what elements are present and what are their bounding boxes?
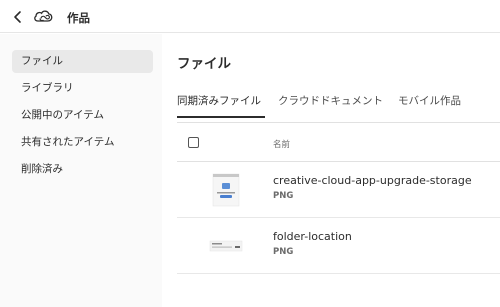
file-name[interactable]: creative-cloud-app-upgrade-storage [273, 174, 472, 187]
sidebar: ファイル ライブラリ 公開中のアイテム 共有されたアイテム 削除済み [0, 34, 162, 307]
file-name[interactable]: folder-location [273, 230, 352, 243]
sidebar-item-published[interactable]: 公開中のアイテム [12, 104, 153, 127]
page-section-title: 作品 [67, 11, 90, 25]
file-thumbnail [207, 227, 245, 265]
sidebar-item-deleted[interactable]: 削除済み [12, 158, 153, 181]
top-bar: 作品 [0, 0, 500, 33]
tab-bar: 同期済みファイル クラウドドキュメント モバイル作品 [177, 93, 500, 119]
tab-mobile-creations[interactable]: モバイル作品 [398, 93, 461, 117]
sidebar-item-files[interactable]: ファイル [12, 50, 153, 73]
back-arrow-icon[interactable] [12, 10, 24, 24]
file-type: PNG [273, 247, 294, 257]
tab-cloud-documents[interactable]: クラウドドキュメント [278, 93, 383, 117]
sidebar-item-shared[interactable]: 共有されたアイテム [12, 131, 153, 154]
active-tab-indicator [177, 116, 265, 118]
main-content: ファイル 同期済みファイル クラウドドキュメント モバイル作品 名前 creat… [162, 34, 500, 307]
select-all-checkbox[interactable] [188, 137, 199, 148]
creative-cloud-logo-icon[interactable] [33, 8, 53, 24]
table-row[interactable]: creative-cloud-app-upgrade-storage PNG [177, 162, 500, 218]
file-thumbnail [207, 171, 245, 209]
page-title: ファイル [177, 56, 231, 72]
sidebar-item-libraries[interactable]: ライブラリ [12, 77, 153, 100]
tab-synced-files[interactable]: 同期済みファイル [177, 93, 261, 117]
file-type: PNG [273, 191, 294, 201]
column-header-name[interactable]: 名前 [273, 138, 290, 150]
table-header: 名前 [177, 122, 500, 162]
table-row[interactable]: folder-location PNG [177, 218, 500, 274]
